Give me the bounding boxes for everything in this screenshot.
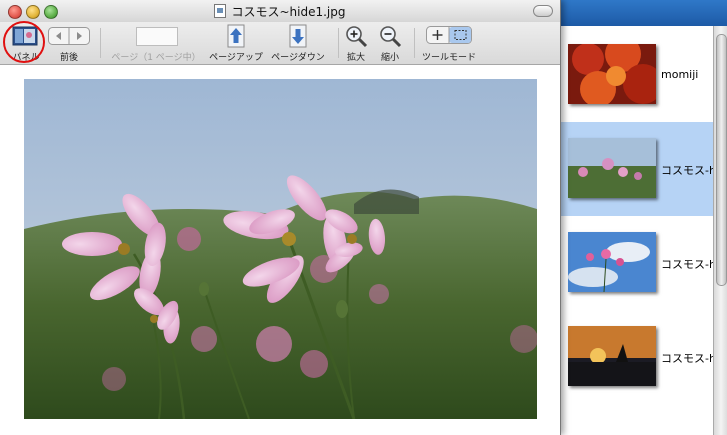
thumbnail-image	[568, 326, 656, 386]
thumbnail-label: コスモス-hi	[661, 164, 719, 177]
toolbar-toggle-button[interactable]	[533, 5, 553, 17]
tool-mode-control	[426, 26, 472, 44]
thumbnail-image	[568, 232, 656, 292]
thumbnail-label: コスモス-hi	[661, 352, 719, 365]
page-number-field[interactable]	[136, 27, 178, 46]
zoom-out-label: 縮小	[380, 53, 399, 63]
zoom-out-icon	[380, 26, 402, 48]
document-icon	[214, 4, 227, 18]
page-down-label: ページダウン	[271, 53, 325, 63]
page-down-button[interactable]	[287, 24, 309, 52]
page-up-label: ページアップ	[209, 53, 263, 63]
thumbnail-window: momiji コスモス-hi コスモス-hi コスモス-hi	[555, 0, 727, 435]
next-button[interactable]	[69, 27, 90, 45]
scrollbar[interactable]	[713, 26, 727, 435]
thumbnail-label: momiji	[661, 68, 699, 81]
scrollbar-thumb[interactable]	[716, 34, 727, 286]
thumbnail-item-momiji[interactable]: momiji	[556, 26, 713, 120]
selection-rectangle-icon	[454, 30, 467, 40]
move-icon	[432, 30, 443, 40]
zoom-in-button[interactable]	[344, 24, 368, 52]
right-arrow-icon	[77, 32, 82, 40]
cosmos-photo	[24, 79, 537, 419]
left-arrow-icon	[56, 32, 61, 40]
thumbnail-item-cosmos-1[interactable]: コスモス-hi	[556, 122, 719, 216]
thumbnail-item-cosmos-3[interactable]: コスモス-hi	[556, 310, 719, 404]
window-title: コスモス~hide1.jpg	[231, 5, 346, 19]
move-tool-button[interactable]	[426, 26, 449, 44]
thumbnail-image	[568, 44, 656, 104]
thumbnail-image	[568, 138, 656, 198]
thumbnail-item-cosmos-2[interactable]: コスモス-hi	[556, 216, 719, 310]
page-up-icon	[227, 24, 245, 48]
preview-window: コスモス~hide1.jpg パネル 前後 ページ（1 ページ中） ページアップ…	[0, 0, 561, 435]
toolbar-separator	[100, 28, 101, 58]
tool-mode-label: ツールモード	[421, 53, 476, 63]
title-bar: コスモス~hide1.jpg	[0, 0, 560, 23]
page-label: ページ（1 ページ中）	[111, 53, 201, 63]
zoom-in-icon	[346, 26, 368, 48]
toolbar-separator	[414, 28, 415, 58]
select-tool-button[interactable]	[449, 26, 472, 44]
previous-button[interactable]	[48, 27, 69, 45]
prev-next-label: 前後	[59, 53, 78, 63]
prev-next-control	[48, 27, 90, 45]
page-down-icon	[289, 24, 307, 48]
document-view[interactable]	[0, 65, 560, 435]
zoom-out-button[interactable]	[378, 24, 402, 52]
background-window-titlebar	[556, 0, 727, 26]
thumbnail-label: コスモス-hi	[661, 258, 719, 271]
toolbar-separator	[338, 28, 339, 58]
toolbar: パネル 前後 ページ（1 ページ中） ページアップ ページダウン 拡大 縮小 ツ…	[0, 21, 560, 65]
page-up-button[interactable]	[225, 24, 247, 52]
zoom-in-label: 拡大	[346, 53, 365, 63]
highlight-circle	[3, 21, 45, 63]
